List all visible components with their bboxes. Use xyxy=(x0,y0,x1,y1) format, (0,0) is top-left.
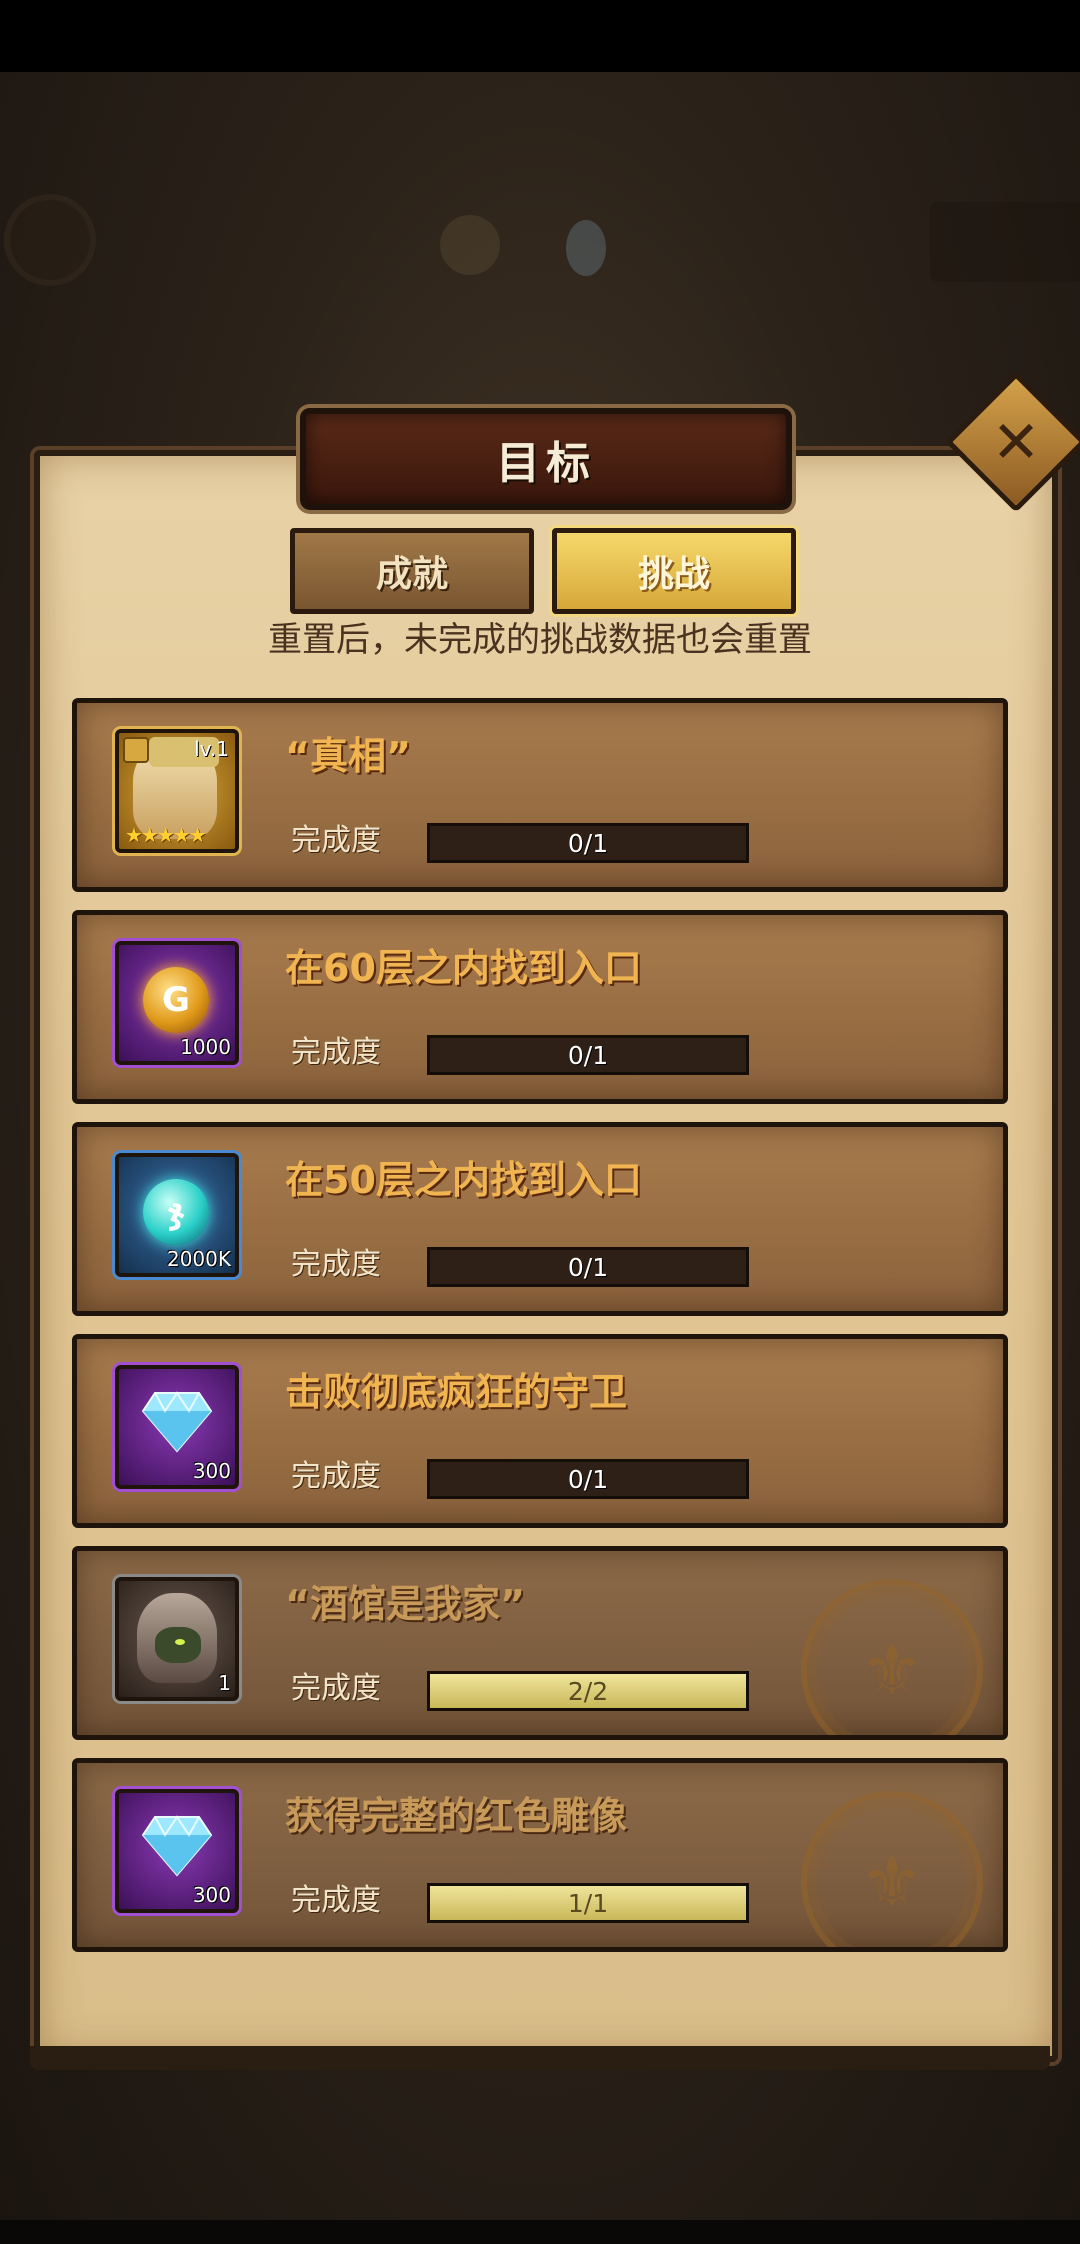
completed-seal-icon: ⚜ xyxy=(801,1791,983,1947)
background-coin-icon xyxy=(440,215,500,275)
reward-icon-frame[interactable]: 1 xyxy=(115,1577,239,1701)
reward-level: lv.1 xyxy=(194,737,229,761)
progress-text: 2/2 xyxy=(567,1676,609,1706)
reward-icon-frame[interactable]: 300 xyxy=(115,1365,239,1489)
progress-bar: 2/2 xyxy=(427,1671,749,1711)
progress-bar: 0/1 xyxy=(427,823,749,863)
status-bar xyxy=(0,0,1080,72)
tab-challenges[interactable]: 挑战 xyxy=(552,528,796,614)
challenge-title: 在60层之内找到入口 xyxy=(285,946,642,990)
reset-notice: 重置后，未完成的挑战数据也会重置 xyxy=(268,620,812,660)
progress-bar: 0/1 xyxy=(427,1035,749,1075)
gold-coin-icon: G xyxy=(143,967,209,1033)
hero-eye xyxy=(175,1639,185,1645)
class-badge-icon xyxy=(123,737,149,763)
challenge-title: 在50层之内找到入口 xyxy=(285,1158,642,1202)
background-button xyxy=(930,202,1080,282)
challenge-card[interactable]: ⚜ 1 “酒馆是我家” 完成度 2/2 xyxy=(72,1546,1008,1740)
progress-label: 完成度 xyxy=(291,823,381,858)
progress-label: 完成度 xyxy=(291,1671,381,1706)
progress-text: 0/1 xyxy=(567,1252,609,1282)
tab-achievements[interactable]: 成就 xyxy=(290,528,534,614)
progress-text: 1/1 xyxy=(567,1888,609,1918)
teal-coin-icon: ჯ xyxy=(143,1179,209,1245)
reward-count: 1000 xyxy=(180,1035,231,1059)
progress-text: 0/1 xyxy=(567,1464,609,1494)
progress-text: 0/1 xyxy=(567,1040,609,1070)
challenge-card[interactable]: lv.1 ★★★★★ “真相” 完成度 0/1 xyxy=(72,698,1008,892)
dialog-title-plate: 目标 xyxy=(300,408,792,510)
reward-icon-frame[interactable]: lv.1 ★★★★★ xyxy=(115,729,239,853)
reward-count: 1 xyxy=(218,1671,231,1695)
background-gem-icon xyxy=(566,220,606,276)
challenge-card[interactable]: 300 击败彻底疯狂的守卫 完成度 0/1 xyxy=(72,1334,1008,1528)
close-icon[interactable]: ✕ xyxy=(966,392,1066,492)
progress-label: 完成度 xyxy=(291,1035,381,1070)
completed-seal-icon: ⚜ xyxy=(801,1579,983,1735)
diamond-icon xyxy=(141,1815,213,1877)
hero-face xyxy=(155,1627,201,1663)
reward-count: 300 xyxy=(192,1459,231,1483)
challenge-card[interactable]: ჯ 2000K 在50层之内找到入口 完成度 0/1 xyxy=(72,1122,1008,1316)
reward-count: 300 xyxy=(192,1883,231,1907)
navigation-bar xyxy=(0,2220,1080,2244)
progress-text: 0/1 xyxy=(567,828,609,858)
star-rating: ★★★★★ xyxy=(125,823,207,847)
progress-bar: 0/1 xyxy=(427,1459,749,1499)
progress-bar: 1/1 xyxy=(427,1883,749,1923)
challenge-title: “真相” xyxy=(285,734,411,778)
diamond-icon xyxy=(141,1391,213,1453)
challenge-card[interactable]: G 1000 在60层之内找到入口 完成度 0/1 xyxy=(72,910,1008,1104)
reward-icon-frame[interactable]: 300 xyxy=(115,1789,239,1913)
reward-icon-frame[interactable]: G 1000 xyxy=(115,941,239,1065)
challenge-title: “酒馆是我家” xyxy=(285,1582,525,1626)
challenge-card[interactable]: ⚜ 300 获得完整的红色雕像 完成度 1/1 xyxy=(72,1758,1008,1952)
progress-label: 完成度 xyxy=(291,1247,381,1282)
challenge-title: 获得完整的红色雕像 xyxy=(285,1794,628,1838)
progress-label: 完成度 xyxy=(291,1459,381,1494)
reward-icon-frame[interactable]: ჯ 2000K xyxy=(115,1153,239,1277)
challenge-title: 击败彻底疯狂的守卫 xyxy=(285,1370,628,1414)
background-hud xyxy=(0,190,1080,310)
reward-count: 2000K xyxy=(166,1247,231,1271)
progress-bar: 0/1 xyxy=(427,1247,749,1287)
dialog-title: 目标 xyxy=(496,438,596,489)
background-menu-icon xyxy=(10,200,90,280)
progress-label: 完成度 xyxy=(291,1883,381,1918)
panel-bottom-edge xyxy=(30,2046,1050,2070)
